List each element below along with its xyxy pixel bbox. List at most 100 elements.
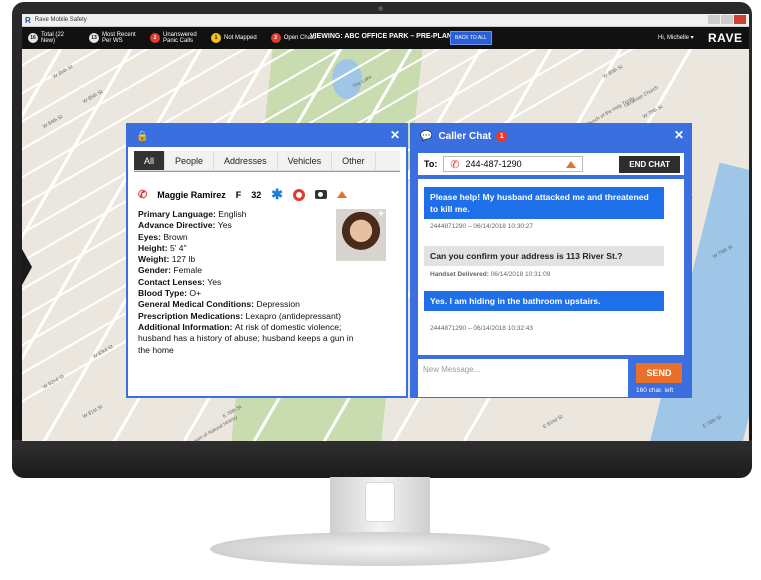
message-timestamp: 06/14/2018 10:31:09 — [490, 271, 551, 278]
detail-row: Prescription Medications: Lexapro (antid… — [138, 311, 368, 322]
maximize-button[interactable] — [721, 15, 733, 24]
detail-value: 5' 4" — [169, 242, 187, 253]
profile-tabs: All People Addresses Vehicles Other — [134, 151, 400, 171]
detail-value: 127 lb — [171, 254, 196, 265]
phone-icon: ✆ — [138, 189, 148, 201]
detail-row: Gender: Female — [138, 265, 368, 276]
camera-dot — [378, 6, 383, 11]
map-label: W 86th St — [51, 63, 74, 81]
counter-badge: 2 — [270, 33, 281, 43]
status-counters: 16 Total (22 New) 13 Most Recent Per WS 2 Una… — [28, 32, 330, 44]
detail-value: O+ — [189, 288, 202, 299]
recipient-select[interactable]: ✆ 244-487-1290 — [443, 156, 584, 172]
counter-badge: 2 — [150, 33, 160, 43]
close-window-button[interactable] — [734, 15, 746, 24]
map-label: W 79th St — [641, 103, 664, 121]
profile-panel: 🔒 ✕ All People Addresses Vehicles Other ✆ Ma… — [126, 123, 408, 398]
lock-icon: 🔒 — [136, 130, 149, 142]
caret-up-icon[interactable] — [337, 191, 347, 198]
detail-value: Yes — [207, 276, 222, 287]
counter-badge: 13 — [89, 33, 99, 43]
lifebuoy-icon[interactable] — [293, 188, 305, 201]
chat-title: Caller Chat — [438, 130, 492, 142]
map-label: E 82nd St — [541, 413, 564, 431]
detail-value: Female — [173, 265, 202, 276]
app-logo-icon: R — [25, 15, 31, 25]
map-label: W 82nd St — [42, 373, 66, 391]
status-counter[interactable]: 2 Unanswered Panic Calls — [150, 32, 197, 44]
chat-message[interactable]: Please help! My husband attacked me and … — [424, 187, 664, 219]
detail-row: Eyes: Brown — [138, 232, 368, 243]
message-list[interactable]: Please help! My husband attacked me and … — [418, 179, 684, 355]
chat-panel-header: 💬 Caller Chat 1 ✕ — [412, 125, 690, 147]
detail-value: Yes — [217, 220, 232, 231]
chat-unread-badge: 1 — [496, 130, 508, 142]
recipient-bar: To: ✆ 244-487-1290 END CHAT — [418, 153, 684, 175]
recipient-number: 244-487-1290 — [465, 159, 522, 169]
detail-row: Contact Lenses: Yes — [138, 277, 368, 288]
detail-label: General Medical Conditions: — [138, 299, 257, 310]
tab-vehicles[interactable]: Vehicles — [278, 151, 333, 170]
chat-message-meta: 2444871290 – 06/14/2018 10:32:43 — [430, 325, 533, 332]
delivery-label: Handset Delivered: — [430, 271, 491, 278]
chat-message[interactable]: Can you confirm your address is 113 Rive… — [424, 246, 664, 266]
detail-value: Depression — [256, 299, 300, 310]
detail-value: Brown — [163, 231, 188, 242]
detail-row: Primary Language: English — [138, 209, 368, 220]
detail-label: Additional Information: — [138, 321, 235, 332]
profile-panel-header: 🔒 ✕ — [128, 125, 406, 147]
status-counter[interactable]: 13 Most Recent Per WS — [89, 32, 136, 44]
window-controls — [708, 15, 746, 24]
chat-message-meta: 2444871290 – 06/14/2018 10:30:27 — [430, 223, 533, 230]
detail-label: Advance Directive: — [138, 220, 218, 231]
tab-all[interactable]: All — [134, 151, 166, 170]
detail-row: Blood Type: O+ — [138, 288, 368, 299]
end-chat-button[interactable]: END CHAT — [619, 156, 680, 173]
map-label: W 80th St — [601, 63, 624, 81]
tab-other[interactable]: Other — [332, 151, 376, 170]
user-menu[interactable]: Hi, Michelle ▾ — [658, 34, 694, 41]
counter-label: Unanswered Panic Calls — [163, 32, 197, 44]
counter-label: Most Recent Per WS — [102, 32, 136, 44]
medical-star-icon[interactable]: ✱ — [271, 186, 283, 203]
new-message-input[interactable]: New Message... — [418, 359, 628, 397]
caller-age: 32 — [251, 189, 262, 200]
counter-label: Not Mapped — [224, 35, 257, 41]
message-timestamp: 2444871290 – 06/14/2018 10:30:27 — [430, 223, 534, 230]
status-counter[interactable]: 2 Open Chats — [270, 32, 316, 44]
caller-photo: + — [336, 209, 386, 261]
status-counter[interactable]: 16 Total (22 New) — [28, 32, 75, 44]
caller-sex: F — [235, 189, 242, 200]
brand-logo: RAVE — [708, 31, 743, 45]
caret-up-icon — [566, 160, 577, 168]
tab-divider — [134, 171, 400, 172]
side-panel-toggle[interactable] — [22, 249, 32, 285]
chat-message[interactable]: Yes. I am hiding in the bathroom upstair… — [424, 291, 664, 311]
caller-summary: ✆ Maggie Ramirez F 32 ✱ — [138, 186, 357, 203]
tab-addresses[interactable]: Addresses — [214, 151, 278, 170]
chat-panel: 💬 Caller Chat 1 ✕ To: ✆ 244-487-1290 END… — [410, 123, 692, 398]
monitor-cable-hole — [365, 482, 395, 522]
counter-badge: 1 — [211, 33, 221, 43]
detail-label: Weight: — [138, 254, 172, 265]
camera-icon[interactable] — [315, 190, 327, 199]
send-button[interactable]: SEND — [636, 363, 682, 383]
detail-value: Lexapro (antidepressant) — [245, 310, 341, 321]
to-label: To: — [424, 159, 438, 169]
add-photo-icon[interactable]: + — [378, 209, 384, 220]
detail-row: Advance Directive: Yes — [138, 220, 368, 231]
status-counter[interactable]: 1 Not Mapped — [211, 32, 257, 44]
detail-label: Primary Language: — [138, 209, 219, 219]
screen: R Rave Mobile Safety 16 Total (22 New) 13 M… — [22, 14, 749, 441]
back-to-all-button[interactable]: BACK TO ALL — [450, 31, 492, 45]
window-title: Rave Mobile Safety — [34, 17, 87, 23]
tab-people[interactable]: People — [165, 151, 215, 170]
detail-label: Eyes: — [138, 231, 164, 242]
detail-label: Prescription Medications: — [138, 310, 246, 321]
close-icon[interactable]: ✕ — [674, 128, 684, 142]
window-titlebar: R Rave Mobile Safety — [22, 14, 749, 27]
map-label: W 83rd St — [91, 343, 115, 361]
close-icon[interactable]: ✕ — [390, 128, 400, 142]
minimize-button[interactable] — [708, 15, 720, 24]
detail-row: Additional Information: At risk of domes… — [138, 322, 360, 356]
